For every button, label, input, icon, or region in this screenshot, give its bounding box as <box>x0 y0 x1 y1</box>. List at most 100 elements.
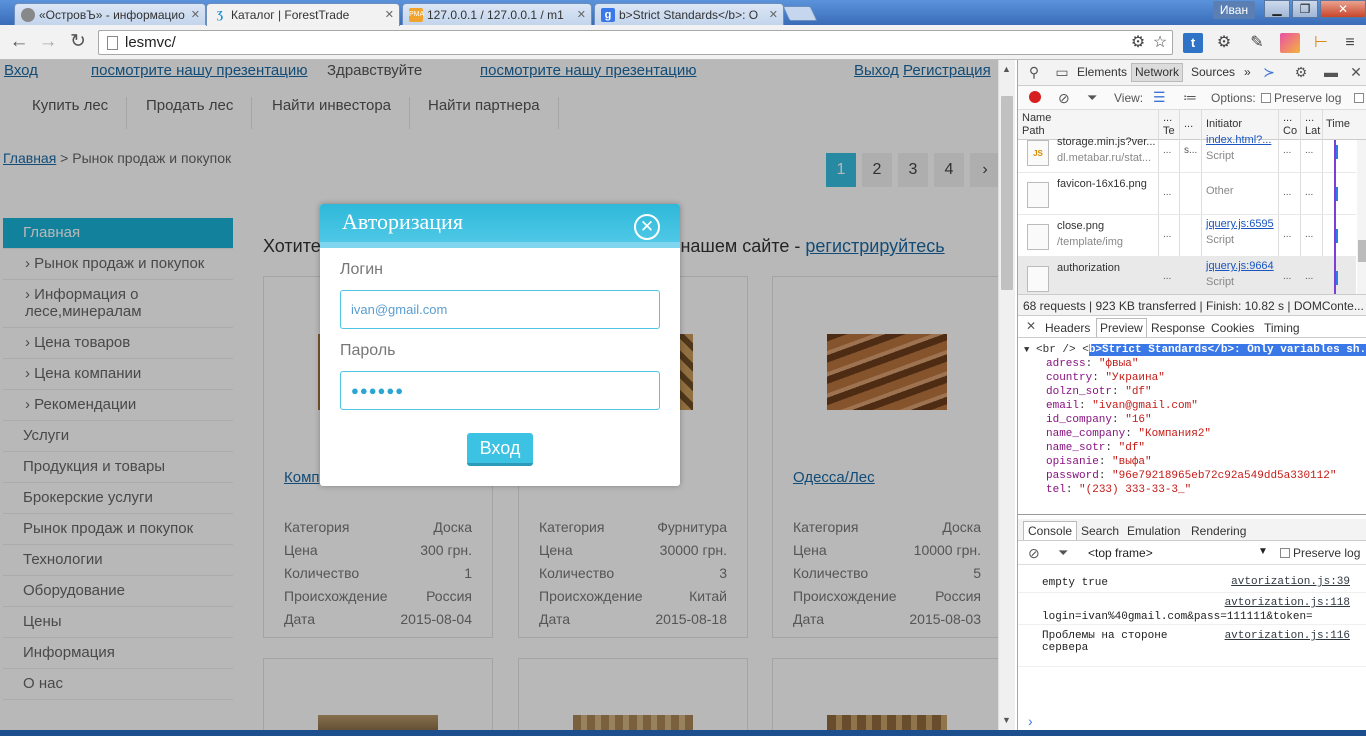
tool-icon[interactable]: ⊢ <box>1311 33 1331 53</box>
tab-response[interactable]: Response <box>1151 321 1205 335</box>
address-bar[interactable]: lesmvc/ <box>98 30 1173 55</box>
preview-property[interactable]: name_company: "Компания2" <box>1046 428 1211 440</box>
preview-property[interactable]: dolzn_sotr: "df" <box>1046 386 1152 398</box>
network-scrollbar[interactable] <box>1357 140 1366 294</box>
gear-icon[interactable]: ⚙ <box>1214 33 1234 53</box>
col-dots[interactable]: ... <box>1163 112 1172 125</box>
checkbox-box[interactable] <box>1354 93 1364 103</box>
gear-icon[interactable]: ⚙ <box>1293 64 1309 81</box>
tab-google[interactable]: g b>Strict Standards</b>: O ✕ <box>594 3 784 25</box>
expand-triangle-icon[interactable]: ▼ <box>1024 345 1029 355</box>
tab-sources[interactable]: Sources <box>1191 65 1235 79</box>
forward-icon[interactable]: → <box>37 32 59 52</box>
tab-ostrov[interactable]: «ОстровЪ» - информацио ✕ <box>14 3 206 25</box>
preserve-log-checkbox[interactable]: Preserve log <box>1280 546 1360 560</box>
preview-property[interactable]: name_sotr: "df" <box>1046 442 1145 454</box>
preview-root[interactable]: ▼ <br /> <b>Strict Standards</b>: Only v… <box>1024 344 1366 356</box>
network-request-row[interactable]: authorization... jquery.js:9664 Script....… <box>1018 257 1356 299</box>
preview-property[interactable]: email: "ivan@gmail.com" <box>1046 400 1198 412</box>
settings-cog-icon[interactable]: ⚙ <box>1128 33 1148 53</box>
close-tab-icon[interactable]: ✕ <box>191 8 200 21</box>
checkbox-box[interactable] <box>1280 548 1290 558</box>
close-devtools-icon[interactable]: ✕ <box>1348 64 1364 81</box>
bookmark-star-icon[interactable]: ☆ <box>1150 33 1170 53</box>
tab-catalog[interactable]: Ʒ Каталог | ForestTrade ✕ <box>206 3 400 26</box>
tab-timing[interactable]: Timing <box>1264 321 1300 335</box>
login-input[interactable] <box>340 290 660 329</box>
col-dots[interactable]: ... <box>1184 118 1193 131</box>
tab-phpmyadmin[interactable]: PMA 127.0.0.1 / 127.0.0.1 / m1 ✕ <box>402 3 592 25</box>
chevron-down-icon[interactable]: ▼ <box>1258 546 1268 557</box>
frame-selector[interactable]: <top frame> <box>1088 546 1153 560</box>
profile-button[interactable]: Иван <box>1213 1 1255 19</box>
close-tab-icon[interactable]: ✕ <box>385 8 394 21</box>
network-request-row[interactable]: JS storage.min.js?ver... dl.metabar.ru/sta… <box>1018 131 1356 173</box>
dock-icon[interactable]: ▬ <box>1323 64 1339 80</box>
scroll-down-icon[interactable]: ▼ <box>1002 715 1011 725</box>
preview-property[interactable]: country: "Украина" <box>1046 372 1165 384</box>
preview-property[interactable]: id_company: "16" <box>1046 414 1152 426</box>
reload-icon[interactable]: ↻ <box>67 32 89 52</box>
network-request-row[interactable]: favicon-16x16.png... Other...... <box>1018 173 1356 215</box>
color-picker-icon[interactable] <box>1280 33 1300 53</box>
page-scrollbar[interactable]: ▲ ▼ <box>998 60 1015 730</box>
filter-icon[interactable]: ⏷ <box>1058 545 1068 561</box>
tab-cookies[interactable]: Cookies <box>1211 321 1254 335</box>
waterfall-icon[interactable]: ≔ <box>1183 89 1197 106</box>
initiator-link[interactable]: index.html?... <box>1206 134 1271 146</box>
col-name[interactable]: Name <box>1022 112 1051 125</box>
list-view-icon[interactable]: ☰ <box>1153 89 1166 106</box>
initiator-link[interactable]: jquery.js:9664 <box>1206 260 1274 272</box>
col-timeline[interactable]: Time <box>1326 118 1350 131</box>
preview-property[interactable]: password: "96e79218965eb72c92a549dd5a330… <box>1046 470 1336 482</box>
checkbox-box[interactable] <box>1261 93 1271 103</box>
close-icon[interactable]: ✕ <box>634 214 660 240</box>
minimize-button[interactable]: ▁ <box>1264 0 1290 18</box>
window-close-button[interactable]: ✕ <box>1320 0 1366 18</box>
network-request-row[interactable]: close.png/template/img... jquery.js:6595 S… <box>1018 215 1356 257</box>
inspect-search-icon[interactable]: ⚲ <box>1026 64 1042 81</box>
clear-icon[interactable]: ⊘ <box>1028 545 1040 562</box>
new-tab-button[interactable] <box>782 6 818 21</box>
phpmyadmin-icon: PMA <box>409 8 424 22</box>
console-source-link[interactable]: avtorization.js:39 <box>1231 576 1350 588</box>
record-icon[interactable] <box>1029 91 1041 103</box>
password-input[interactable]: ●●●●●● <box>340 371 660 410</box>
filter-icon[interactable]: ⏷ <box>1087 90 1097 106</box>
tab-more[interactable]: » <box>1244 65 1251 79</box>
tab-emulation[interactable]: Emulation <box>1127 524 1180 538</box>
tab-search[interactable]: Search <box>1081 524 1119 538</box>
tab-elements[interactable]: Elements <box>1077 65 1127 79</box>
login-submit-button[interactable]: Вход <box>467 433 533 466</box>
scroll-thumb[interactable] <box>1001 96 1013 290</box>
preview-property[interactable]: opisanie: "выфа" <box>1046 456 1152 468</box>
console-source-link[interactable]: avtorization.js:116 <box>1225 630 1350 642</box>
close-tab-icon[interactable]: ✕ <box>577 8 586 21</box>
tab-network[interactable]: Network <box>1131 63 1184 82</box>
back-icon[interactable]: ← <box>8 32 30 52</box>
tab-rendering[interactable]: Rendering <box>1191 524 1246 538</box>
col-dots[interactable]: ... <box>1305 112 1314 125</box>
tab-headers[interactable]: Headers <box>1045 321 1090 335</box>
clear-icon[interactable]: ⊘ <box>1058 90 1070 107</box>
maximize-button[interactable]: ❐ <box>1292 0 1318 18</box>
initiator-link[interactable]: jquery.js:6595 <box>1206 218 1274 230</box>
scroll-up-icon[interactable]: ▲ <box>1002 64 1011 74</box>
col-initiator[interactable]: Initiator <box>1206 118 1242 131</box>
preview-property[interactable]: adress: "фвыа" <box>1046 358 1138 370</box>
extension-icon[interactable]: t <box>1183 33 1203 53</box>
console-source-link[interactable]: avtorization.js:118 <box>1225 597 1350 609</box>
close-tab-icon[interactable]: ✕ <box>769 8 778 21</box>
menu-icon[interactable]: ≡ <box>1340 33 1360 53</box>
preserve-log-checkbox[interactable]: Preserve log <box>1261 91 1341 105</box>
scroll-thumb[interactable] <box>1358 240 1366 262</box>
tab-preview[interactable]: Preview <box>1096 318 1147 337</box>
wrench-icon[interactable]: ✎ <box>1247 33 1267 53</box>
console-drawer-icon[interactable]: ≻ <box>1261 64 1277 81</box>
close-detail-icon[interactable]: ✕ <box>1026 319 1036 333</box>
preview-property[interactable]: tel: "(233) 333-33-3_" <box>1046 484 1191 496</box>
col-dots[interactable]: ... <box>1283 112 1292 125</box>
checkbox-box[interactable] <box>1354 91 1366 105</box>
console-prompt[interactable]: › <box>1028 713 1033 729</box>
tab-console[interactable]: Console <box>1023 521 1078 540</box>
